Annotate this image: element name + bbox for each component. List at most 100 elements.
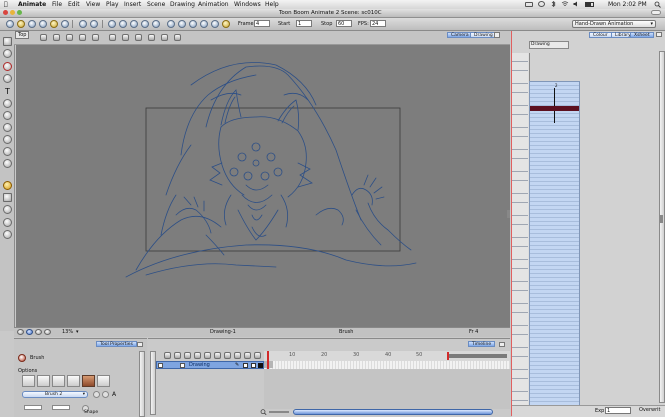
panel-menu-icon[interactable] xyxy=(656,32,662,37)
menu-windows[interactable]: Windows xyxy=(234,1,261,8)
layer-row[interactable]: Drawing ✎ xyxy=(156,361,264,369)
zoom-icon[interactable] xyxy=(260,409,267,416)
transform-tool-icon[interactable] xyxy=(3,193,12,202)
onion-skin-icon[interactable] xyxy=(66,34,73,41)
sound-scrub-button[interactable] xyxy=(200,20,208,28)
pencil-tool-icon[interactable] xyxy=(3,74,12,83)
loop-button[interactable] xyxy=(167,20,175,28)
menu-drawing[interactable]: Drawing xyxy=(170,1,195,8)
delete-layer-icon[interactable] xyxy=(174,352,181,359)
draw-behind-button[interactable] xyxy=(22,375,35,387)
battery-icon[interactable] xyxy=(585,2,594,7)
drawing-column[interactable]: 2 xyxy=(529,81,580,411)
menu-help[interactable]: Help xyxy=(265,1,279,8)
safe-area-icon[interactable] xyxy=(122,34,129,41)
tab-camera[interactable]: Camera xyxy=(447,32,473,38)
view-menu-icon[interactable] xyxy=(494,32,500,38)
display-icon[interactable] xyxy=(525,2,533,7)
workspace-select[interactable]: Hand-Drawn Animation ▾ xyxy=(572,20,656,28)
color-view-icon[interactable] xyxy=(35,329,42,335)
pencil-icon[interactable]: ✎ xyxy=(235,362,239,368)
xsheet-vertical-scrollbar[interactable] xyxy=(659,51,665,403)
spotlight-icon[interactable] xyxy=(654,1,661,8)
solo-layers-icon[interactable] xyxy=(244,352,251,359)
panel-menu-icon[interactable] xyxy=(499,342,505,347)
menu-view[interactable]: View xyxy=(86,1,100,8)
preview-button[interactable] xyxy=(222,20,230,28)
pressure-button[interactable] xyxy=(67,375,80,387)
add-layer-icon[interactable] xyxy=(164,352,171,359)
rotate-tool-icon[interactable] xyxy=(3,218,12,227)
ellipse-tool-icon[interactable] xyxy=(3,135,12,144)
import-button[interactable] xyxy=(39,20,47,28)
add-peg-icon[interactable] xyxy=(184,352,191,359)
collapse-layers-icon[interactable] xyxy=(204,352,211,359)
layer-color-swatch[interactable] xyxy=(258,363,263,368)
layer-lock-icon[interactable] xyxy=(243,363,248,368)
reset-view-icon[interactable] xyxy=(92,34,99,41)
matte-view-icon[interactable] xyxy=(44,329,51,335)
show-layers-icon[interactable] xyxy=(234,352,241,359)
expand-layers-icon[interactable] xyxy=(214,352,221,359)
zoom-tool-icon[interactable] xyxy=(3,205,12,214)
panel-menu-icon[interactable] xyxy=(137,342,143,347)
flip-icon[interactable] xyxy=(135,34,142,41)
cut-button[interactable] xyxy=(61,20,69,28)
dropper-tool-icon[interactable] xyxy=(3,159,12,168)
play-selection-button[interactable] xyxy=(189,20,197,28)
camera-view-canvas[interactable] xyxy=(16,45,510,327)
next-frame-button[interactable] xyxy=(141,20,149,28)
frame-field[interactable]: 4 xyxy=(254,20,270,27)
paint-tool-icon[interactable] xyxy=(3,99,12,108)
last-frame-button[interactable] xyxy=(152,20,160,28)
camera-mask-icon[interactable] xyxy=(17,329,24,335)
fps-field[interactable]: 24 xyxy=(370,20,386,27)
app-menu[interactable]: Animate xyxy=(18,1,46,8)
brush-preset-select[interactable]: Brush 2 ▾ xyxy=(22,391,88,398)
toolbar-toggle-icon[interactable] xyxy=(651,10,661,15)
play-button[interactable] xyxy=(130,20,138,28)
zoom-view-icon[interactable] xyxy=(161,34,168,41)
open-scene-button[interactable] xyxy=(17,20,25,28)
menu-insert[interactable]: Insert xyxy=(124,1,141,8)
tool-properties-scrollbar[interactable] xyxy=(139,351,145,417)
menu-file[interactable]: File xyxy=(52,1,62,8)
panel-splitter-handle[interactable] xyxy=(660,215,663,223)
sound-button[interactable] xyxy=(178,20,186,28)
export-button[interactable] xyxy=(50,20,58,28)
zoom-level[interactable]: 13% xyxy=(62,329,73,336)
menu-edit[interactable]: Edit xyxy=(68,1,80,8)
close-window-icon[interactable] xyxy=(3,10,8,15)
menu-animation[interactable]: Animation xyxy=(198,1,229,8)
zoom-slider[interactable] xyxy=(269,411,289,413)
playhead[interactable] xyxy=(267,351,269,371)
brush-tool-icon[interactable] xyxy=(3,62,12,71)
text-tool-icon[interactable]: T xyxy=(3,87,12,96)
layer-visible-checkbox[interactable] xyxy=(158,363,163,368)
select-tool-icon[interactable] xyxy=(3,37,12,46)
previous-frame-button[interactable] xyxy=(119,20,127,28)
lock-icon[interactable] xyxy=(40,34,47,41)
render-view-icon[interactable] xyxy=(26,329,33,335)
minimize-window-icon[interactable] xyxy=(10,10,15,15)
selected-cell[interactable] xyxy=(530,106,579,111)
texture-button[interactable] xyxy=(82,375,95,387)
rename-preset-icon[interactable]: A xyxy=(112,391,116,398)
lock-layers-icon[interactable] xyxy=(224,352,231,359)
bluetooth-icon[interactable] xyxy=(550,0,557,8)
undo-button[interactable] xyxy=(79,20,87,28)
column-header[interactable]: Drawing xyxy=(529,41,569,49)
max-size-field[interactable] xyxy=(52,405,70,410)
first-frame-button[interactable] xyxy=(108,20,116,28)
save-button[interactable] xyxy=(28,20,36,28)
tab-xsheet[interactable]: Xsheet xyxy=(630,32,654,38)
smoothing-button[interactable] xyxy=(97,375,110,387)
layer-properties-icon[interactable] xyxy=(194,352,201,359)
render-button[interactable] xyxy=(211,20,219,28)
top-view-tab[interactable]: Top xyxy=(15,31,30,39)
hand-tool-icon[interactable] xyxy=(3,181,12,190)
contour-editor-tool-icon[interactable] xyxy=(3,49,12,58)
morph-tool-icon[interactable] xyxy=(3,230,12,239)
menu-clock[interactable]: Mon 2:02 PM xyxy=(608,1,647,8)
overwrite-mode[interactable]: Overwrit xyxy=(639,407,661,414)
